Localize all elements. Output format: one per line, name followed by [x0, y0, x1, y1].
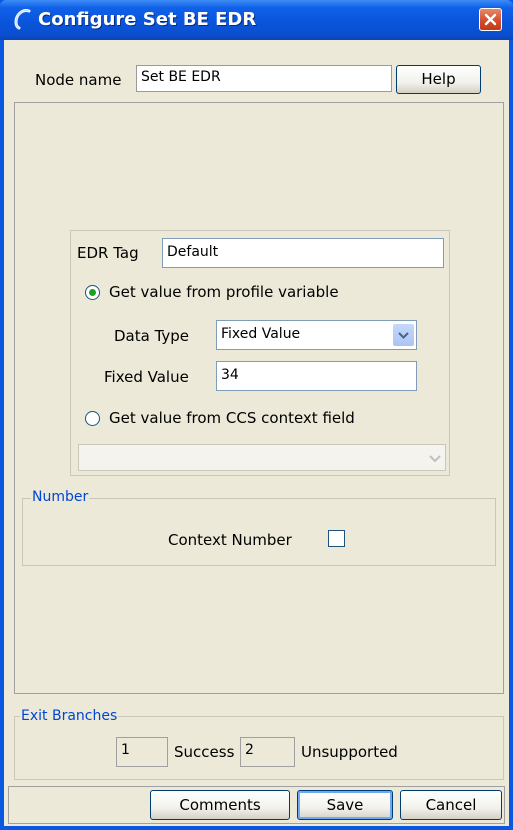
context-number-checkbox[interactable] [328, 530, 345, 547]
node-name-field[interactable]: Set BE EDR [136, 65, 392, 92]
edr-tag-field[interactable]: Default [162, 238, 444, 268]
edr-tag-label: EDR Tag [77, 244, 139, 262]
data-type-label: Data Type [114, 327, 190, 345]
data-type-value: Fixed Value [221, 326, 301, 342]
branch-number-box: 2 [240, 737, 295, 767]
branch-number-box: 1 [116, 737, 168, 767]
profile-variable-radio[interactable] [85, 285, 100, 300]
exit-branches-legend: Exit Branches [20, 708, 119, 724]
dialog-body: Node name Set BE EDR Help EDR Tag Defaul… [4, 40, 509, 826]
phone-handset-icon [14, 9, 31, 30]
data-type-dropdown-button[interactable] [393, 324, 414, 346]
save-button[interactable]: Save [297, 790, 393, 820]
help-button[interactable]: Help [396, 65, 481, 94]
cancel-button[interactable]: Cancel [400, 790, 502, 820]
close-icon [484, 13, 497, 26]
context-field-radio[interactable] [85, 411, 100, 426]
profile-variable-option-label: Get value from profile variable [109, 283, 339, 301]
number-legend: Number [31, 489, 90, 505]
fixed-value-label: Fixed Value [104, 368, 189, 386]
node-name-label: Node name [35, 71, 122, 89]
dialog-window: Configure Set BE EDR Node name Set BE ED… [0, 0, 513, 830]
comments-button[interactable]: Comments [150, 790, 290, 820]
chevron-down-icon [429, 455, 441, 463]
title-bar[interactable]: Configure Set BE EDR [0, 0, 513, 40]
close-button[interactable] [479, 8, 502, 31]
fixed-value-field[interactable]: 34 [216, 361, 417, 391]
chevron-down-icon [398, 332, 409, 339]
window-title: Configure Set BE EDR [38, 9, 257, 30]
context-field-dropdown[interactable] [78, 444, 446, 471]
branch-label: Success [174, 743, 235, 761]
context-field-option-label: Get value from CCS context field [109, 409, 355, 427]
branch-label: Unsupported [301, 743, 398, 761]
data-type-dropdown[interactable]: Fixed Value [216, 320, 417, 350]
context-number-label: Context Number [168, 531, 292, 549]
radio-selected-dot [89, 289, 96, 296]
